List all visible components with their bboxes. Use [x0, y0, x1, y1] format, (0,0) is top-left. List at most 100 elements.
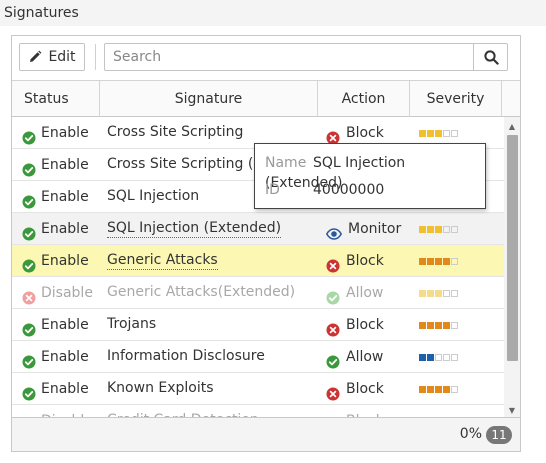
- status-cell: Enable: [12, 213, 100, 245]
- status-cell: Enable: [12, 149, 100, 181]
- table-footer: 0% 11: [12, 417, 520, 451]
- action-cell[interactable]: Block: [318, 405, 410, 418]
- scroll-thumb[interactable]: [507, 135, 518, 361]
- status-cell: Enable: [12, 181, 100, 213]
- scroll-up-arrow-icon[interactable]: ▲: [504, 119, 520, 133]
- status-label: Enable: [41, 316, 89, 333]
- status-cell: Enable: [12, 309, 100, 341]
- column-header-action[interactable]: Action: [318, 81, 410, 117]
- enable-status-icon: [22, 318, 36, 337]
- tooltip-name-key: Name: [265, 155, 307, 171]
- footer-count-badge: 11: [486, 426, 512, 444]
- column-header-severity[interactable]: Severity: [410, 81, 502, 117]
- block-action-icon: [326, 318, 340, 337]
- column-header-status[interactable]: Status: [12, 81, 100, 117]
- block-action-icon: [326, 382, 340, 401]
- edit-label: Edit: [48, 49, 76, 65]
- column-header-spacer: [502, 81, 520, 117]
- signature-tooltip: Name SQL Injection (Extended) ID 40000000: [254, 143, 486, 209]
- status-cell: Enable: [12, 373, 100, 405]
- tooltip-name-row: Name SQL Injection (Extended): [265, 153, 485, 191]
- signature-cell[interactable]: SQL Injection (Extended): [100, 213, 318, 245]
- status-label: Disable: [41, 406, 93, 418]
- action-cell[interactable]: Block: [318, 309, 410, 341]
- action-cell[interactable]: Allow: [318, 341, 410, 373]
- status-label: Disable: [41, 284, 93, 301]
- severity-cell: [410, 373, 502, 405]
- signature-name: Generic Attacks(Extended): [107, 284, 296, 300]
- action-cell[interactable]: Monitor: [318, 213, 410, 245]
- signature-name: SQL Injection: [107, 188, 200, 204]
- severity-cell: [410, 405, 502, 417]
- pencil-icon: [28, 50, 42, 64]
- action-label: Block: [346, 252, 384, 269]
- severity-cell: [410, 309, 502, 341]
- severity-meter: [419, 129, 458, 137]
- table-header: Status Signature Action Severity: [12, 80, 520, 117]
- action-cell[interactable]: Block: [318, 373, 410, 405]
- signature-name: Generic Attacks: [107, 252, 218, 270]
- severity-cell: [410, 245, 502, 277]
- signature-cell[interactable]: Information Disclosure: [100, 341, 318, 373]
- signature-name: Cross Site Scripting: [107, 124, 244, 140]
- enable-status-icon: [22, 222, 36, 241]
- action-cell[interactable]: Block: [318, 245, 410, 277]
- enable-status-icon: [22, 350, 36, 369]
- table-row[interactable]: Enable SQL Injection (Extended) Monitor: [12, 213, 504, 245]
- severity-cell: [410, 341, 502, 373]
- signature-cell[interactable]: Generic Attacks: [100, 245, 318, 277]
- table-row[interactable]: Enable Generic Attacks Block: [12, 245, 504, 277]
- severity-meter: [419, 321, 458, 329]
- block-action-icon: [326, 254, 340, 273]
- signature-cell[interactable]: Trojans: [100, 309, 318, 341]
- action-label: Monitor: [348, 220, 402, 237]
- signature-name: Known Exploits: [107, 380, 214, 396]
- edit-button[interactable]: Edit: [19, 43, 85, 71]
- monitor-action-icon: [325, 222, 343, 240]
- severity-cell: [410, 213, 502, 245]
- table-row[interactable]: Enable Information Disclosure Allow: [12, 341, 504, 373]
- action-label: Allow: [346, 284, 384, 301]
- signature-cell[interactable]: Credit Card Detection: [100, 405, 318, 417]
- action-cell[interactable]: Allow: [318, 277, 410, 309]
- enable-status-icon: [22, 126, 36, 145]
- search-button[interactable]: [473, 44, 507, 70]
- status-label: Enable: [41, 348, 89, 365]
- toolbar-separator: [95, 44, 96, 70]
- action-label: Allow: [346, 348, 384, 365]
- signature-name: SQL Injection (Extended): [107, 220, 282, 238]
- signature-name: Information Disclosure: [107, 348, 265, 364]
- signature-cell[interactable]: Generic Attacks(Extended): [100, 277, 318, 309]
- action-label: Block: [346, 406, 384, 418]
- status-label: Enable: [41, 156, 89, 173]
- scroll-down-arrow-icon[interactable]: ▼: [504, 403, 520, 417]
- severity-cell: [410, 277, 502, 309]
- enable-status-icon: [22, 158, 36, 177]
- disable-status-icon: [22, 286, 36, 305]
- status-label: Enable: [41, 220, 89, 237]
- vertical-scrollbar[interactable]: ▲ ▼: [504, 117, 520, 417]
- enable-status-icon: [22, 382, 36, 401]
- table-row[interactable]: Disable Generic Attacks(Extended) Allow: [12, 277, 504, 309]
- toolbar: Edit: [12, 36, 520, 80]
- enable-status-icon: [22, 254, 36, 273]
- status-cell: Enable: [12, 245, 100, 277]
- tooltip-id-value: 40000000: [313, 182, 385, 198]
- signature-name: Trojans: [107, 316, 157, 332]
- status-cell: Disable: [12, 277, 100, 309]
- status-cell: Enable: [12, 341, 100, 373]
- allow-action-icon: [326, 350, 340, 369]
- allow-action-icon: [326, 286, 340, 305]
- status-cell: Enable: [12, 117, 100, 149]
- table-row[interactable]: Disable Credit Card Detection Block: [12, 405, 504, 417]
- tooltip-id-key: ID: [265, 182, 280, 198]
- section-title: Signatures: [0, 0, 546, 26]
- column-header-signature[interactable]: Signature: [100, 81, 318, 117]
- search-input[interactable]: [105, 44, 473, 70]
- search-icon: [483, 50, 499, 65]
- table-row[interactable]: Enable Known Exploits Block: [12, 373, 504, 405]
- table-row[interactable]: Enable Trojans Block: [12, 309, 504, 341]
- signature-cell[interactable]: Known Exploits: [100, 373, 318, 405]
- footer-percent: 0%: [459, 426, 482, 442]
- severity-meter: [419, 289, 458, 297]
